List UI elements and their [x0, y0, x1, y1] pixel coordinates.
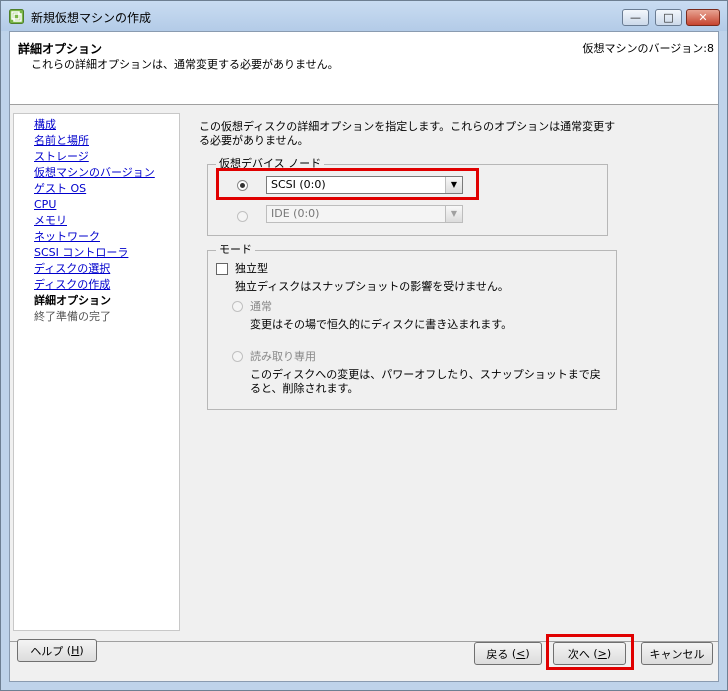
independent-description: 独立ディスクはスナップショットの影響を受けません。: [235, 280, 509, 293]
nav-item-create-disk: ディスクの作成: [34, 277, 179, 293]
back-button[interactable]: 戻る (<): [474, 642, 542, 665]
nav-item-guest-os: ゲスト OS: [34, 181, 179, 197]
back-button-label: 戻る: [486, 647, 509, 661]
help-button-accesskey: H: [71, 644, 80, 657]
nav-item-scsi-controller: SCSI コントローラ: [34, 245, 179, 261]
maximize-icon: □: [663, 11, 674, 24]
highlight-box-scsi: [216, 168, 479, 200]
vm-version: 仮想マシンのバージョン:8: [583, 40, 715, 56]
ide-node-select[interactable]: IDE (0:0) ▼: [266, 205, 463, 223]
ide-node-value: IDE (0:0): [271, 207, 320, 220]
nonpersistent-radio[interactable]: [232, 351, 243, 362]
nav-item-cpu: CPU: [34, 197, 179, 213]
nav-item-advanced-options: 詳細オプション: [34, 293, 179, 309]
nav-link-select-disk[interactable]: ディスクの選択: [34, 262, 110, 275]
page-description: この仮想ディスクの詳細オプションを指定します。これらのオプションは通常変更する必…: [199, 120, 616, 147]
ide-radio[interactable]: [237, 211, 248, 222]
vm-version-label: 仮想マシンのバージョン:: [582, 42, 708, 55]
persistent-label[interactable]: 通常: [250, 300, 272, 314]
cancel-button[interactable]: キャンセル: [641, 642, 713, 665]
wizard-window: 新規仮想マシンの作成 — □ ✕ 詳細オプション これらの詳細オプションは、通常…: [0, 0, 728, 691]
page-title: 詳細オプション: [18, 42, 103, 56]
nonpersistent-description: このディスクへの変更は、パワーオフしたり、スナップショットまで戻ると、削除されま…: [250, 368, 601, 395]
page-subtitle: これらの詳細オプションは、通常変更する必要がありません。: [31, 58, 339, 71]
nav-link-guest-os[interactable]: ゲスト OS: [34, 182, 86, 195]
nav-link-vm-version[interactable]: 仮想マシンのバージョン: [34, 166, 155, 179]
chevron-down-icon: ▼: [445, 206, 462, 222]
nav-link-cpu[interactable]: CPU: [34, 198, 56, 211]
close-button[interactable]: ✕: [686, 9, 720, 26]
help-button-label: ヘルプ: [30, 644, 64, 658]
vm-version-value: 8: [707, 42, 714, 55]
nonpersistent-label[interactable]: 読み取り専用: [250, 350, 316, 364]
independent-checkbox[interactable]: [216, 263, 228, 275]
nav-item-name-location: 名前と場所: [34, 133, 179, 149]
window-title: 新規仮想マシンの作成: [31, 11, 152, 25]
persistent-radio[interactable]: [232, 301, 243, 312]
nav-item-ready-to-complete: 終了準備の完了: [34, 309, 179, 325]
nav-link-network[interactable]: ネットワーク: [34, 230, 100, 243]
close-icon: ✕: [698, 11, 708, 24]
nav-item-network: ネットワーク: [34, 229, 179, 245]
maximize-button[interactable]: □: [655, 9, 682, 26]
nav-item-select-disk: ディスクの選択: [34, 261, 179, 277]
nav-item-memory: メモリ: [34, 213, 179, 229]
highlight-box-next: [546, 634, 634, 670]
minimize-button[interactable]: —: [622, 9, 649, 26]
nav-link-scsi-controller[interactable]: SCSI コントローラ: [34, 246, 128, 259]
nav-item-storage: ストレージ: [34, 149, 179, 165]
mode-group: モード 独立型 独立ディスクはスナップショットの影響を受けません。 通常 変更は…: [207, 243, 617, 410]
nav-link-memory[interactable]: メモリ: [34, 214, 67, 227]
nav-link-config[interactable]: 構成: [34, 118, 56, 131]
title-bar[interactable]: 新規仮想マシンの作成 — □ ✕: [1, 1, 727, 31]
vsphere-app-icon: [9, 9, 24, 24]
minimize-icon: —: [630, 11, 641, 24]
back-button-accesskey: <: [516, 647, 526, 660]
cancel-button-label: キャンセル: [649, 647, 705, 661]
wizard-header: 詳細オプション これらの詳細オプションは、通常変更する必要がありません。 仮想マ…: [10, 32, 718, 105]
independent-label[interactable]: 独立型: [235, 262, 268, 276]
nav-link-create-disk[interactable]: ディスクの作成: [34, 278, 110, 291]
device-node-group: 仮想デバイス ノード SCSI (0:0) ▼ IDE (0:0) ▼: [207, 157, 608, 236]
mode-legend: モード: [216, 243, 255, 257]
persistent-description: 変更はその場で恒久的にディスクに書き込まれます。: [250, 318, 513, 331]
wizard-steps-nav: 構成 名前と場所 ストレージ 仮想マシンのバージョン ゲスト OS CPU メモ…: [13, 113, 180, 631]
nav-link-storage[interactable]: ストレージ: [34, 150, 89, 163]
nav-link-name-location[interactable]: 名前と場所: [34, 134, 89, 147]
nav-item-config: 構成: [34, 117, 179, 133]
nav-current-advanced-options: 詳細オプション: [34, 294, 111, 307]
wizard-body: 詳細オプション これらの詳細オプションは、通常変更する必要がありません。 仮想マ…: [9, 31, 719, 682]
help-button[interactable]: ヘルプ (H): [17, 639, 97, 662]
nav-item-vm-version: 仮想マシンのバージョン: [34, 165, 179, 181]
nav-disabled-ready-to-complete: 終了準備の完了: [34, 310, 111, 323]
